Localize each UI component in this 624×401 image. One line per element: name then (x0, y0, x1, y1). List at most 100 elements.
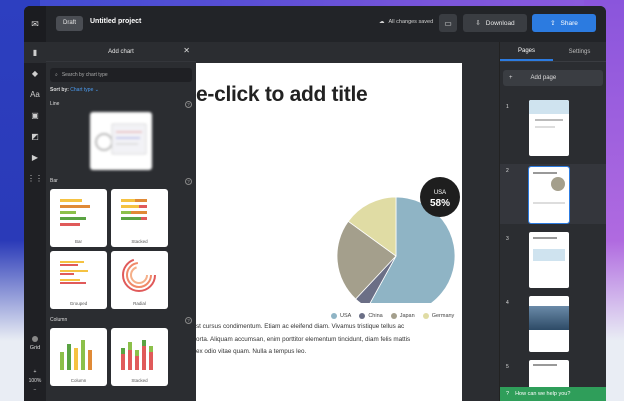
monitor-icon: ▭ (444, 18, 452, 28)
tool-rail: ▮ ◆ Aa ▣ ◩ ▶ ⋮⋮ Grid + 100% − (24, 42, 46, 401)
project-title[interactable]: Untitled project (90, 18, 141, 25)
thumb-block (533, 249, 565, 261)
page-thumbnail[interactable] (529, 232, 569, 288)
add-page-label: Add page (530, 75, 557, 81)
top-bar: ✉ Draft Untitled project ☁ All changes s… (24, 6, 606, 42)
save-status: ☁ All changes saved (379, 19, 433, 25)
zoom-level: 100% (28, 378, 42, 384)
legend-dot (359, 313, 366, 319)
section-column-label: Column (50, 317, 68, 323)
grouped-bar-thumbnail[interactable]: Grouped (50, 251, 107, 309)
legend-item-japan: Japan (390, 313, 415, 319)
bar-chart-thumbnail[interactable]: Bar (50, 189, 107, 247)
stacked-bar-thumb-graphic (121, 199, 147, 220)
body-line: orta. Aliquam accumsan, enim porttitor e… (196, 335, 411, 343)
share-button[interactable]: ⇪ Share (532, 14, 596, 32)
help-icon[interactable]: ? (185, 178, 192, 185)
thumb-image (529, 306, 569, 330)
page-item-selected[interactable]: 2 (500, 164, 606, 224)
panel-header: Add chart ✕ (46, 42, 196, 62)
section-bar-label: Bar (50, 178, 58, 184)
legend-dot (422, 313, 429, 319)
thumb-line (535, 126, 555, 128)
search-icon: ⌕ (55, 72, 58, 78)
thumb-line (533, 237, 557, 239)
search-placeholder: Search by chart type (61, 72, 108, 78)
legend-dot (331, 313, 337, 319)
chart-search-input[interactable]: ⌕ Search by chart type (50, 68, 192, 82)
slide-page[interactable]: e-click to add title USA 58% USA China J… (196, 63, 462, 401)
thumb-line (533, 364, 557, 366)
grid-toggle-dot (32, 336, 38, 342)
stacked-column-caption: Stacked (131, 378, 148, 383)
stacked-column-thumbnail[interactable]: Stacked (111, 328, 168, 386)
share-label: Share (560, 19, 578, 27)
shapes-icon[interactable]: ◩ (24, 126, 46, 147)
mail-icon: ✉ (31, 18, 39, 29)
body-text[interactable]: st cursus condimentum. Etiam ac eleifend… (196, 321, 458, 359)
grouped-caption: Grouped (69, 301, 88, 306)
sort-label: Sort by: (50, 87, 69, 93)
editor-window: ✉ Draft Untitled project ☁ All changes s… (24, 6, 606, 401)
bar-thumb-graphic (60, 199, 90, 226)
legend-label: Germany (431, 313, 455, 319)
zoom-in-button[interactable]: + (24, 368, 46, 377)
thumb-header (529, 100, 569, 114)
highlight-badge (420, 177, 460, 217)
legend-label: Japan (399, 313, 415, 319)
chart-icon[interactable]: ▮ (24, 42, 46, 63)
help-icon[interactable]: ? (185, 101, 192, 108)
thumb-line (533, 172, 557, 174)
body-line: st cursus condimentum. Etiam ac eleifend… (196, 323, 405, 330)
page-thumbnail[interactable] (529, 296, 569, 352)
text-icon[interactable]: Aa (24, 84, 46, 105)
tab-settings[interactable]: Settings (553, 42, 606, 61)
page-number: 4 (506, 300, 509, 306)
add-page-button[interactable]: + Add page (503, 70, 603, 86)
apps-icon[interactable]: ⋮⋮ (24, 168, 46, 189)
help-chat-bar[interactable]: ? How can we help you? (500, 387, 606, 401)
download-button[interactable]: ⇩ Download (463, 14, 527, 32)
zoom-controls: + 100% − (24, 368, 46, 395)
infographic-icon[interactable]: ◆ (24, 63, 46, 84)
add-chart-panel: Add chart ✕ ⌕ Search by chart type Sort … (46, 42, 196, 401)
legend-label: USA (340, 313, 352, 319)
section-bar: Bar ? (50, 178, 192, 185)
share-icon: ⇪ (550, 20, 556, 27)
stacked-bar-thumbnail[interactable]: Stacked (111, 189, 168, 247)
preview-button[interactable]: ▭ (439, 14, 457, 32)
help-icon: ? (506, 391, 510, 397)
line-chart-thumbnail[interactable] (90, 112, 152, 170)
sort-control[interactable]: Sort by: Chart type ⌄ (50, 87, 192, 93)
page-item[interactable]: 4 (500, 296, 606, 356)
section-column: Column ? (50, 317, 192, 324)
column-chart-thumbnail[interactable]: Column (50, 328, 107, 386)
legend-item-germany: Germany (422, 313, 455, 319)
plus-icon: + (509, 75, 513, 81)
panel-title: Add chart (108, 48, 134, 55)
zoom-out-button[interactable]: − (24, 386, 46, 395)
close-icon[interactable]: ✕ (183, 46, 190, 55)
bar-thumb-grid: Bar Stacked Grouped Radial (46, 189, 196, 309)
column-caption: Column (70, 378, 87, 383)
radial-bar-thumbnail[interactable]: Radial (111, 251, 168, 309)
page-thumbnail[interactable] (529, 100, 569, 156)
image-icon[interactable]: ▣ (24, 105, 46, 126)
body-line: ex odio vitae quam. Nulla a tempus leo. (196, 348, 307, 355)
home-logo-button[interactable]: ✉ (24, 6, 46, 42)
bar-caption: Bar (74, 239, 82, 244)
chart-legend: USA China Japan Germany (331, 313, 454, 319)
column-thumb-grid: Column Stacked (46, 328, 196, 386)
help-icon[interactable]: ? (185, 317, 192, 324)
pie-chart[interactable]: USA 58% (196, 83, 462, 303)
column-thumb-graphic (60, 340, 92, 370)
tab-pages[interactable]: Pages (500, 42, 553, 61)
video-icon[interactable]: ▶ (24, 147, 46, 168)
grid-toggle[interactable]: Grid (24, 336, 46, 351)
legend-dot (390, 313, 397, 319)
line-thumb-graphic (95, 123, 147, 155)
page-thumbnail[interactable] (528, 166, 570, 224)
download-label: Download (485, 19, 515, 27)
page-item[interactable]: 3 (500, 232, 606, 292)
page-item[interactable]: 1 (500, 100, 606, 160)
